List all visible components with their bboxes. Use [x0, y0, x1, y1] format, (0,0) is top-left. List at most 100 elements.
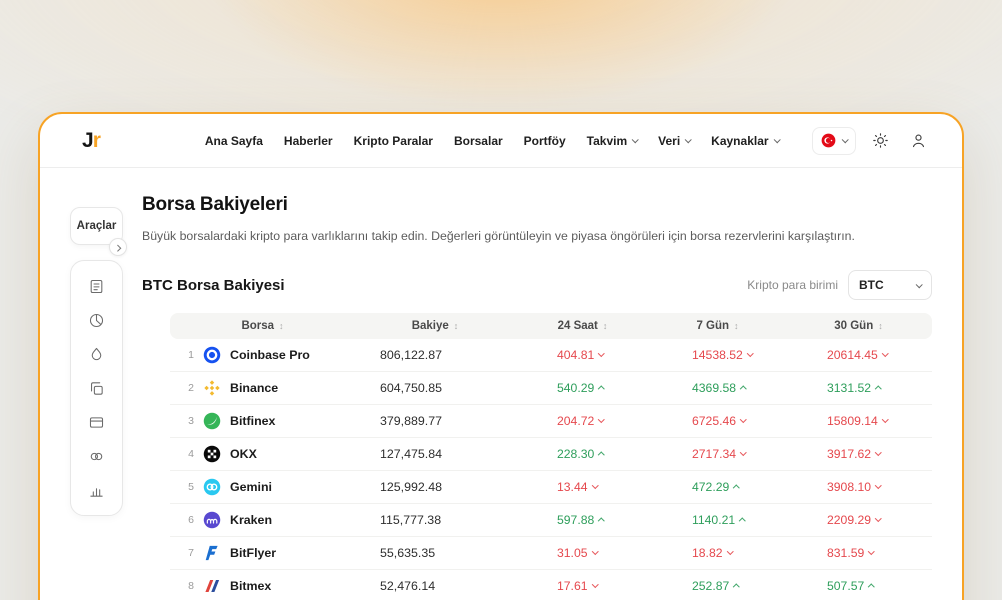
balance-value: 379,889.77 — [355, 414, 515, 428]
bitfinex-icon — [203, 412, 221, 430]
nav-portfoy[interactable]: Portföy — [524, 134, 566, 148]
column-header-24saat[interactable]: 24 Saat — [515, 320, 650, 332]
account-button[interactable] — [904, 127, 932, 155]
table-row[interactable]: 5 Gemini 125,992.48 13.44 472.29 3908.10 — [170, 471, 932, 504]
trend-chevron-icon — [740, 416, 746, 422]
exchange-name: Bitfinex — [230, 414, 275, 428]
sidebar-item-links[interactable] — [71, 439, 122, 473]
page-description: Büyük borsalardaki kripto para varlıklar… — [142, 229, 932, 243]
chevron-right-icon — [114, 244, 121, 251]
section-title: BTC Borsa Bakiyesi — [142, 277, 285, 294]
links-icon — [88, 448, 105, 465]
change-30d: 3131.52 — [827, 381, 881, 395]
exchange-name: OKX — [230, 447, 257, 461]
change-7d: 2717.34 — [692, 447, 746, 461]
section-header: BTC Borsa Bakiyesi Kripto para birimi BT… — [142, 270, 932, 300]
sidebar-item-compare[interactable] — [71, 371, 122, 405]
trend-chevron-icon — [592, 482, 598, 488]
trend-chevron-icon — [592, 548, 598, 554]
table-row[interactable]: 4 OKX 127,475.84 228.30 2717.34 3917.62 — [170, 438, 932, 471]
balance-value: 125,992.48 — [355, 480, 515, 494]
rank: 2 — [182, 382, 200, 394]
column-header-borsa[interactable]: Borsa — [170, 320, 355, 332]
change-30d: 2209.29 — [827, 513, 881, 527]
sidebar-item-stats[interactable] — [71, 473, 122, 507]
sidebar-item-wallet[interactable] — [71, 405, 122, 439]
sidebar-expand-button[interactable] — [109, 238, 127, 256]
nav-takvim-label: Takvim — [587, 134, 627, 148]
table-row[interactable]: 2 Binance 604,750.85 540.29 4369.58 3131… — [170, 372, 932, 405]
trend-chevron-icon — [727, 548, 733, 554]
exchange-name: Bitmex — [230, 579, 271, 593]
table-row[interactable]: 8 Bitmex 52,476.14 17.61 252.87 507.57 — [170, 570, 932, 600]
chevron-down-icon — [685, 136, 692, 143]
language-selector[interactable] — [812, 127, 856, 155]
kraken-icon — [203, 511, 221, 529]
change-30d: 15809.14 — [827, 414, 887, 428]
turkish-flag-icon — [821, 133, 836, 148]
trend-chevron-icon — [875, 449, 881, 455]
table-row[interactable]: 6 Kraken 115,777.38 597.88 1140.21 2209.… — [170, 504, 932, 537]
change-30d: 20614.45 — [827, 348, 887, 362]
nav-borsalar[interactable]: Borsalar — [454, 134, 503, 148]
binance-icon — [203, 379, 221, 397]
balance-value: 115,777.38 — [355, 513, 515, 527]
card-icon — [88, 414, 105, 431]
table-row[interactable]: 3 Bitfinex 379,889.77 204.72 6725.46 158… — [170, 405, 932, 438]
change-24h: 204.72 — [557, 414, 604, 428]
trend-chevron-icon — [592, 581, 598, 587]
nav-ana-sayfa[interactable]: Ana Sayfa — [205, 134, 263, 148]
change-24h: 17.61 — [557, 579, 597, 593]
change-24h: 597.88 — [557, 513, 604, 527]
document-icon — [88, 278, 105, 295]
column-label: 7 Gün — [696, 320, 729, 332]
flame-icon — [88, 346, 105, 363]
trend-chevron-icon — [868, 548, 874, 554]
bitmex-icon — [203, 577, 221, 595]
app-card: Jr Ana Sayfa Haberler Kripto Paralar Bor… — [38, 112, 964, 600]
balance-value: 604,750.85 — [355, 381, 515, 395]
column-header-bakiye[interactable]: Bakiye — [355, 320, 515, 332]
change-24h: 13.44 — [557, 480, 597, 494]
sidebar-item-trending[interactable] — [71, 337, 122, 371]
nav-haberler[interactable]: Haberler — [284, 134, 333, 148]
nav-veri-label: Veri — [658, 134, 680, 148]
column-header-7gun[interactable]: 7 Gün — [650, 320, 785, 332]
sort-icon — [279, 320, 284, 332]
change-7d: 472.29 — [692, 480, 739, 494]
rank: 1 — [182, 349, 200, 361]
table-row[interactable]: 7 BitFlyer 55,635.35 31.05 18.82 831.59 — [170, 537, 932, 570]
currency-select[interactable]: BTC — [848, 270, 932, 300]
trend-chevron-icon — [740, 386, 746, 392]
logo[interactable]: Jr — [82, 129, 100, 153]
theme-toggle-button[interactable] — [866, 127, 894, 155]
column-label: Borsa — [241, 320, 274, 332]
pie-chart-icon — [88, 312, 105, 329]
currency-picker-label: Kripto para birimi — [747, 278, 838, 292]
change-24h: 31.05 — [557, 546, 597, 560]
main-content: Borsa Bakiyeleri Büyük borsalardaki krip… — [142, 194, 932, 600]
table-row[interactable]: 1 Coinbase Pro 806,122.87 404.81 14538.5… — [170, 339, 932, 372]
trend-chevron-icon — [747, 350, 753, 356]
exchange-name: Kraken — [230, 513, 272, 527]
balance-value: 127,475.84 — [355, 447, 515, 461]
sort-icon — [878, 320, 883, 332]
change-24h: 404.81 — [557, 348, 604, 362]
nav-takvim[interactable]: Takvim — [587, 134, 637, 148]
trend-chevron-icon — [868, 584, 874, 590]
sidebar-item-allocation[interactable] — [71, 303, 122, 337]
nav-kaynaklar[interactable]: Kaynaklar — [711, 134, 778, 148]
rank: 8 — [182, 580, 200, 592]
sidebar-item-news[interactable] — [71, 269, 122, 303]
user-icon — [910, 132, 927, 149]
sort-icon — [454, 320, 459, 332]
trend-chevron-icon — [875, 482, 881, 488]
nav-kripto-paralar[interactable]: Kripto Paralar — [354, 134, 433, 148]
column-header-30gun[interactable]: 30 Gün — [785, 320, 932, 332]
coinbase-pro-icon — [203, 346, 221, 364]
nav-veri[interactable]: Veri — [658, 134, 690, 148]
exchange-name: BitFlyer — [230, 546, 276, 560]
trend-chevron-icon — [882, 416, 888, 422]
trend-chevron-icon — [598, 452, 604, 458]
trend-chevron-icon — [875, 515, 881, 521]
